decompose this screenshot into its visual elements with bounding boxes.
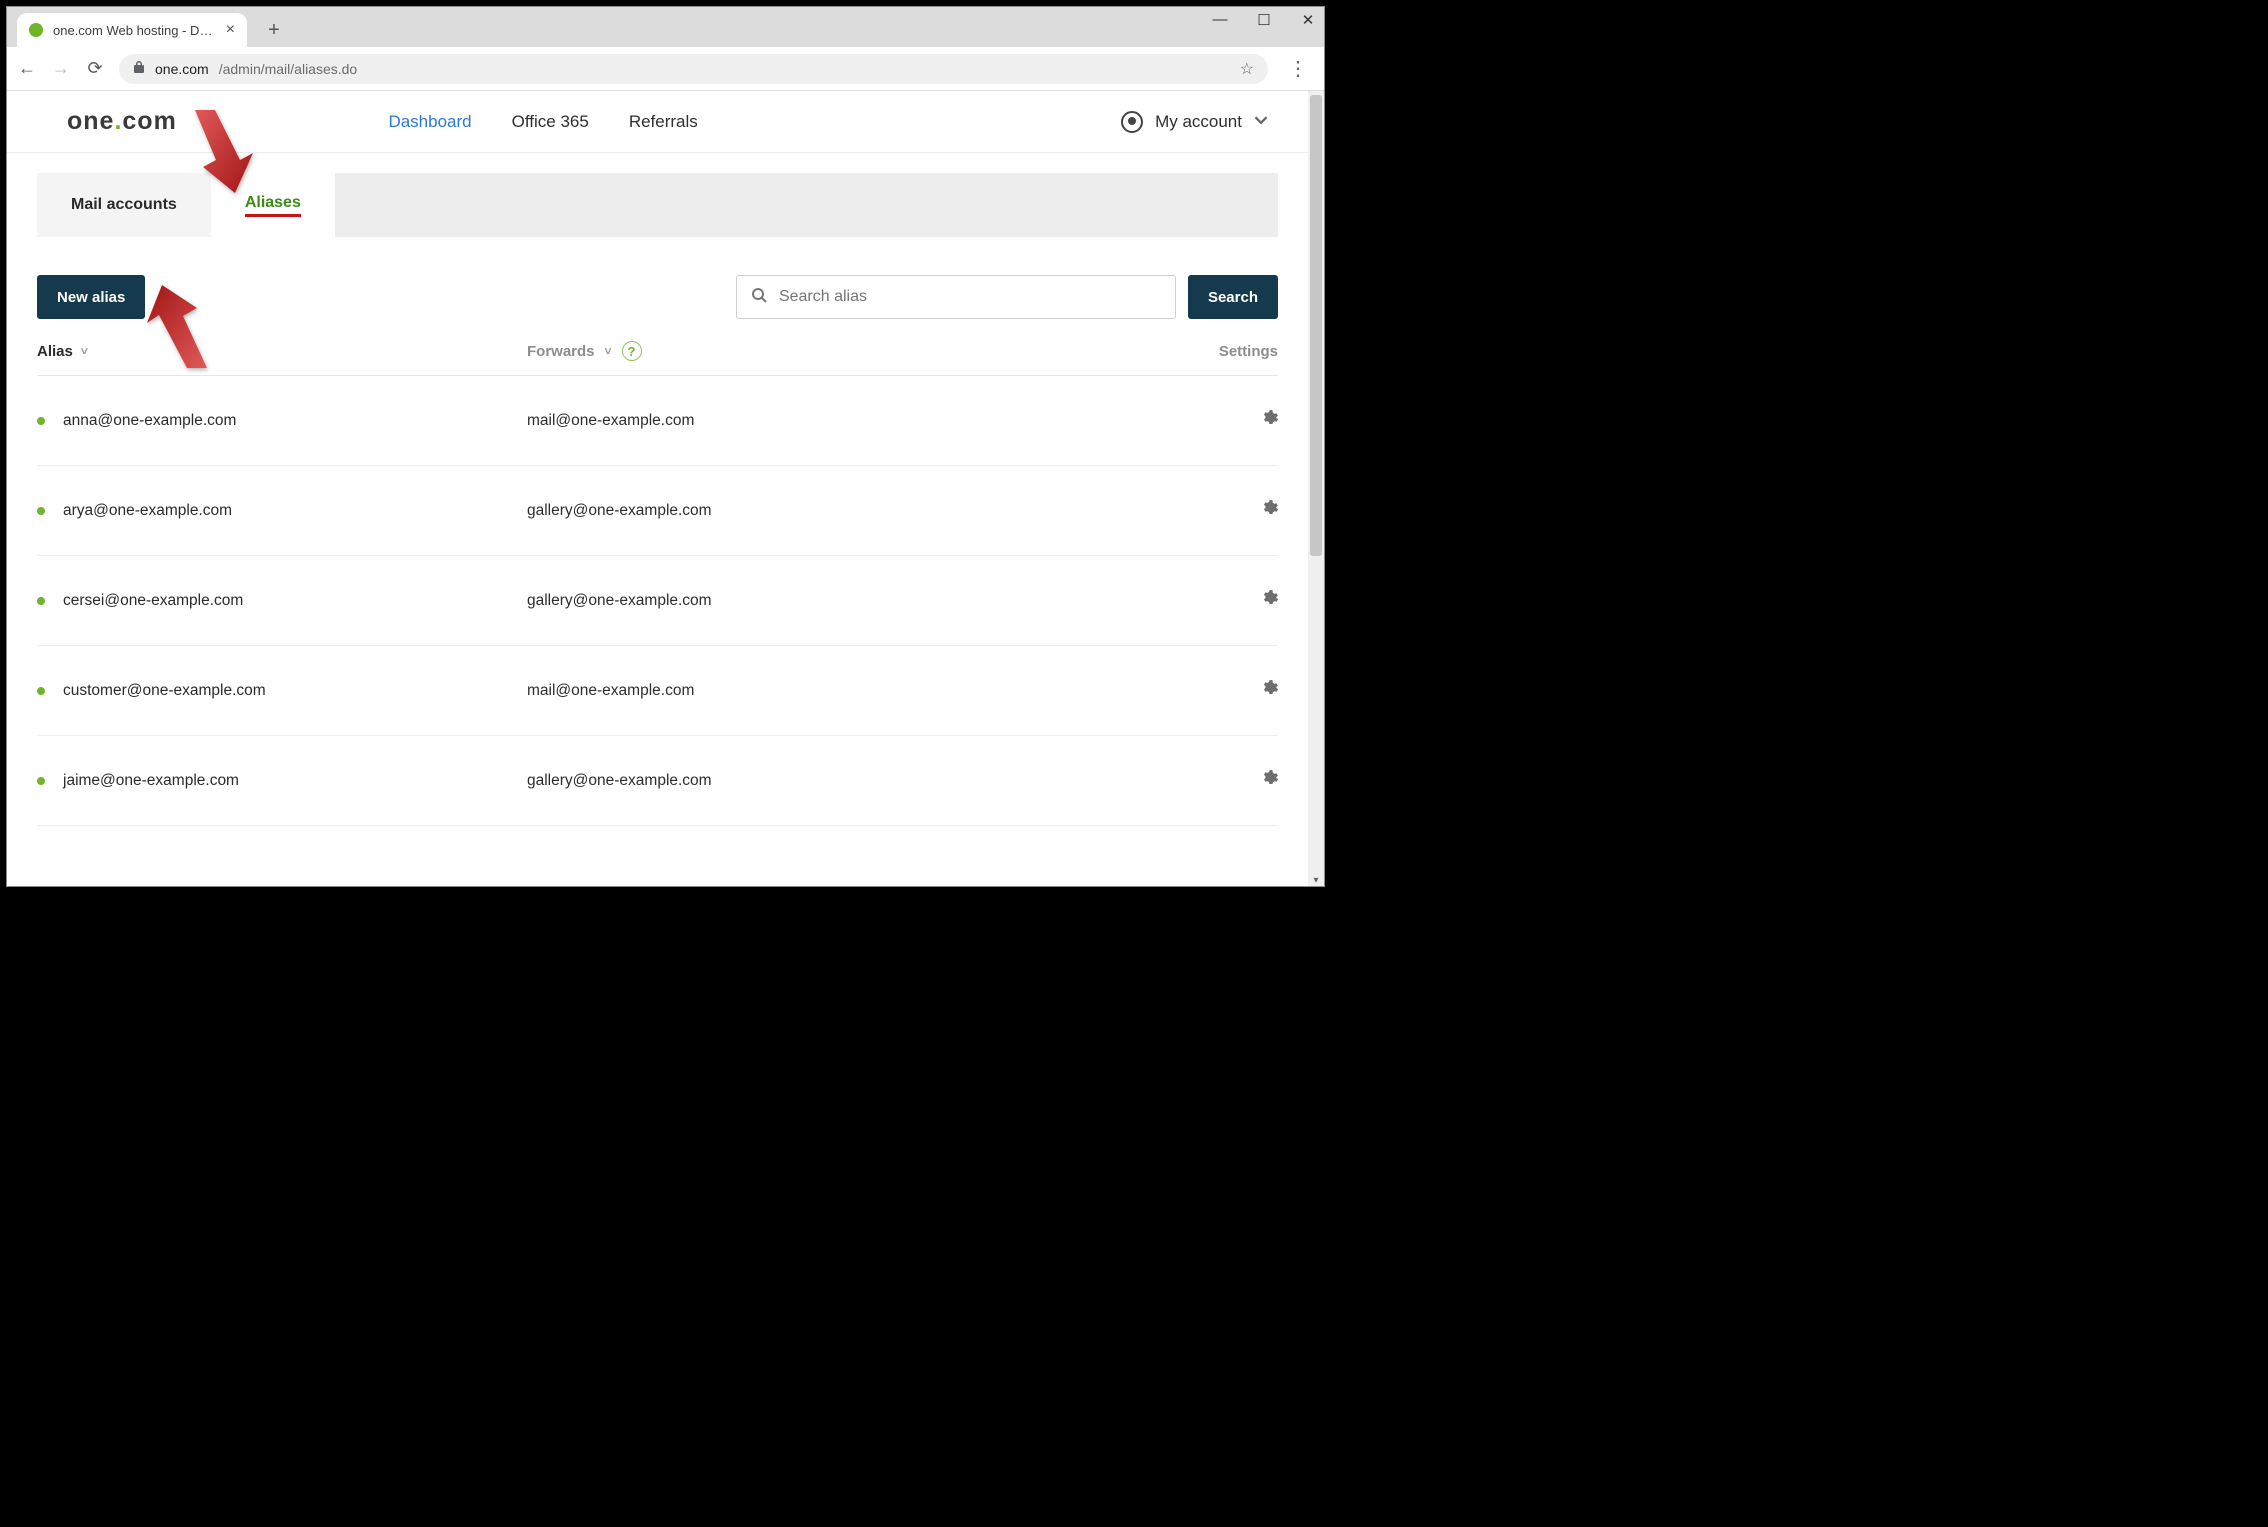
- table-row: customer@one-example.com mail@one-example…: [37, 646, 1278, 736]
- alias-email: customer@one-example.com: [63, 682, 266, 700]
- forwards-email: mail@one-example.com: [527, 412, 694, 430]
- tab-title: one.com Web hosting - Domain: [53, 23, 216, 38]
- viewport-scrollbar[interactable]: ▾: [1308, 91, 1324, 886]
- scrollbar-down-icon[interactable]: ▾: [1308, 875, 1324, 886]
- bookmark-star-icon[interactable]: ☆: [1240, 59, 1254, 79]
- titlebar: one.com Web hosting - Domain × + — ☐ ✕: [7, 7, 1324, 47]
- search-alias-input[interactable]: [779, 288, 1161, 306]
- window-close-icon[interactable]: ✕: [1298, 11, 1318, 29]
- col-header-settings: Settings: [1178, 343, 1278, 360]
- nav-back-icon[interactable]: ←: [17, 58, 37, 79]
- tab-mail-accounts-label: Mail accounts: [71, 196, 177, 214]
- status-dot-icon: [37, 597, 45, 605]
- search-alias-wrapper: [736, 275, 1176, 319]
- nav-referrals[interactable]: Referrals: [629, 112, 698, 132]
- status-dot-icon: [37, 687, 45, 695]
- search-button[interactable]: Search: [1188, 275, 1278, 319]
- chevron-down-icon: ˅: [605, 344, 612, 358]
- close-tab-icon[interactable]: ×: [226, 21, 235, 39]
- window-maximize-icon[interactable]: ☐: [1254, 11, 1274, 29]
- nav-reload-icon[interactable]: ⟳: [85, 58, 105, 79]
- tab-aliases-label: Aliases: [245, 194, 301, 217]
- logo-left: one: [67, 107, 114, 135]
- search-icon: [751, 287, 767, 308]
- omnibox[interactable]: one.com/admin/mail/aliases.do ☆: [119, 54, 1268, 84]
- main-nav: Dashboard Office 365 Referrals: [388, 112, 697, 132]
- alias-email: anna@one-example.com: [63, 412, 236, 430]
- table-row: cersei@one-example.com gallery@one-exampl…: [37, 556, 1278, 646]
- help-icon[interactable]: ?: [622, 341, 642, 361]
- lock-icon: [133, 60, 145, 77]
- aliases-table: Alias ˅ Forwards ˅ ? Settings: [37, 341, 1278, 826]
- alias-email: cersei@one-example.com: [63, 592, 243, 610]
- tab-favicon: [29, 23, 43, 37]
- tab-aliases[interactable]: Aliases: [211, 173, 335, 237]
- omnibox-path: /admin/mail/aliases.do: [219, 61, 358, 77]
- nav-office365[interactable]: Office 365: [512, 112, 589, 132]
- tab-mail-accounts[interactable]: Mail accounts: [37, 173, 211, 237]
- account-menu[interactable]: My account: [1121, 111, 1268, 133]
- new-alias-label: New alias: [57, 289, 125, 306]
- browser-window: one.com Web hosting - Domain × + — ☐ ✕ ←…: [6, 6, 1325, 887]
- nav-forward-icon[interactable]: →: [51, 58, 71, 79]
- address-bar: ← → ⟳ one.com/admin/mail/aliases.do ☆ ⋮: [7, 47, 1324, 91]
- status-dot-icon: [37, 417, 45, 425]
- search-button-label: Search: [1208, 289, 1258, 306]
- user-icon: [1121, 111, 1143, 133]
- section-tabs: Mail accounts Aliases: [37, 173, 1278, 237]
- table-row: jaime@one-example.com gallery@one-example…: [37, 736, 1278, 826]
- omnibox-host: one.com: [155, 61, 209, 77]
- forwards-email: gallery@one-example.com: [527, 772, 712, 790]
- browser-tab[interactable]: one.com Web hosting - Domain ×: [17, 13, 247, 47]
- col-header-alias-label: Alias: [37, 343, 73, 360]
- status-dot-icon: [37, 507, 45, 515]
- new-tab-button[interactable]: +: [261, 17, 287, 43]
- window-minimize-icon[interactable]: —: [1210, 11, 1230, 29]
- col-header-settings-label: Settings: [1219, 343, 1278, 360]
- gear-icon[interactable]: [1262, 593, 1278, 610]
- logo[interactable]: one.com: [67, 107, 177, 136]
- nav-dashboard[interactable]: Dashboard: [388, 112, 471, 132]
- page-content: one.com Dashboard Office 365 Referrals M…: [7, 91, 1308, 886]
- gear-icon[interactable]: [1262, 413, 1278, 430]
- gear-icon[interactable]: [1262, 773, 1278, 790]
- chevron-down-icon: ˅: [81, 344, 88, 358]
- forwards-email: gallery@one-example.com: [527, 502, 712, 520]
- browser-menu-icon[interactable]: ⋮: [1282, 56, 1314, 81]
- site-header: one.com Dashboard Office 365 Referrals M…: [7, 91, 1308, 153]
- gear-icon[interactable]: [1262, 503, 1278, 520]
- scrollbar-thumb[interactable]: [1310, 95, 1322, 556]
- alias-email: arya@one-example.com: [63, 502, 232, 520]
- forwards-email: gallery@one-example.com: [527, 592, 712, 610]
- account-label: My account: [1155, 112, 1242, 132]
- col-header-forwards[interactable]: Forwards ˅ ?: [527, 341, 1178, 361]
- col-header-alias[interactable]: Alias ˅: [37, 343, 527, 360]
- col-header-forwards-label: Forwards: [527, 343, 595, 360]
- new-alias-button[interactable]: New alias: [37, 275, 145, 319]
- forwards-email: mail@one-example.com: [527, 682, 694, 700]
- chevron-down-icon: [1254, 112, 1268, 132]
- logo-right: com: [122, 107, 176, 135]
- table-row: arya@one-example.com gallery@one-example.…: [37, 466, 1278, 556]
- gear-icon[interactable]: [1262, 683, 1278, 700]
- alias-email: jaime@one-example.com: [63, 772, 239, 790]
- status-dot-icon: [37, 777, 45, 785]
- table-row: anna@one-example.com mail@one-example.com: [37, 376, 1278, 466]
